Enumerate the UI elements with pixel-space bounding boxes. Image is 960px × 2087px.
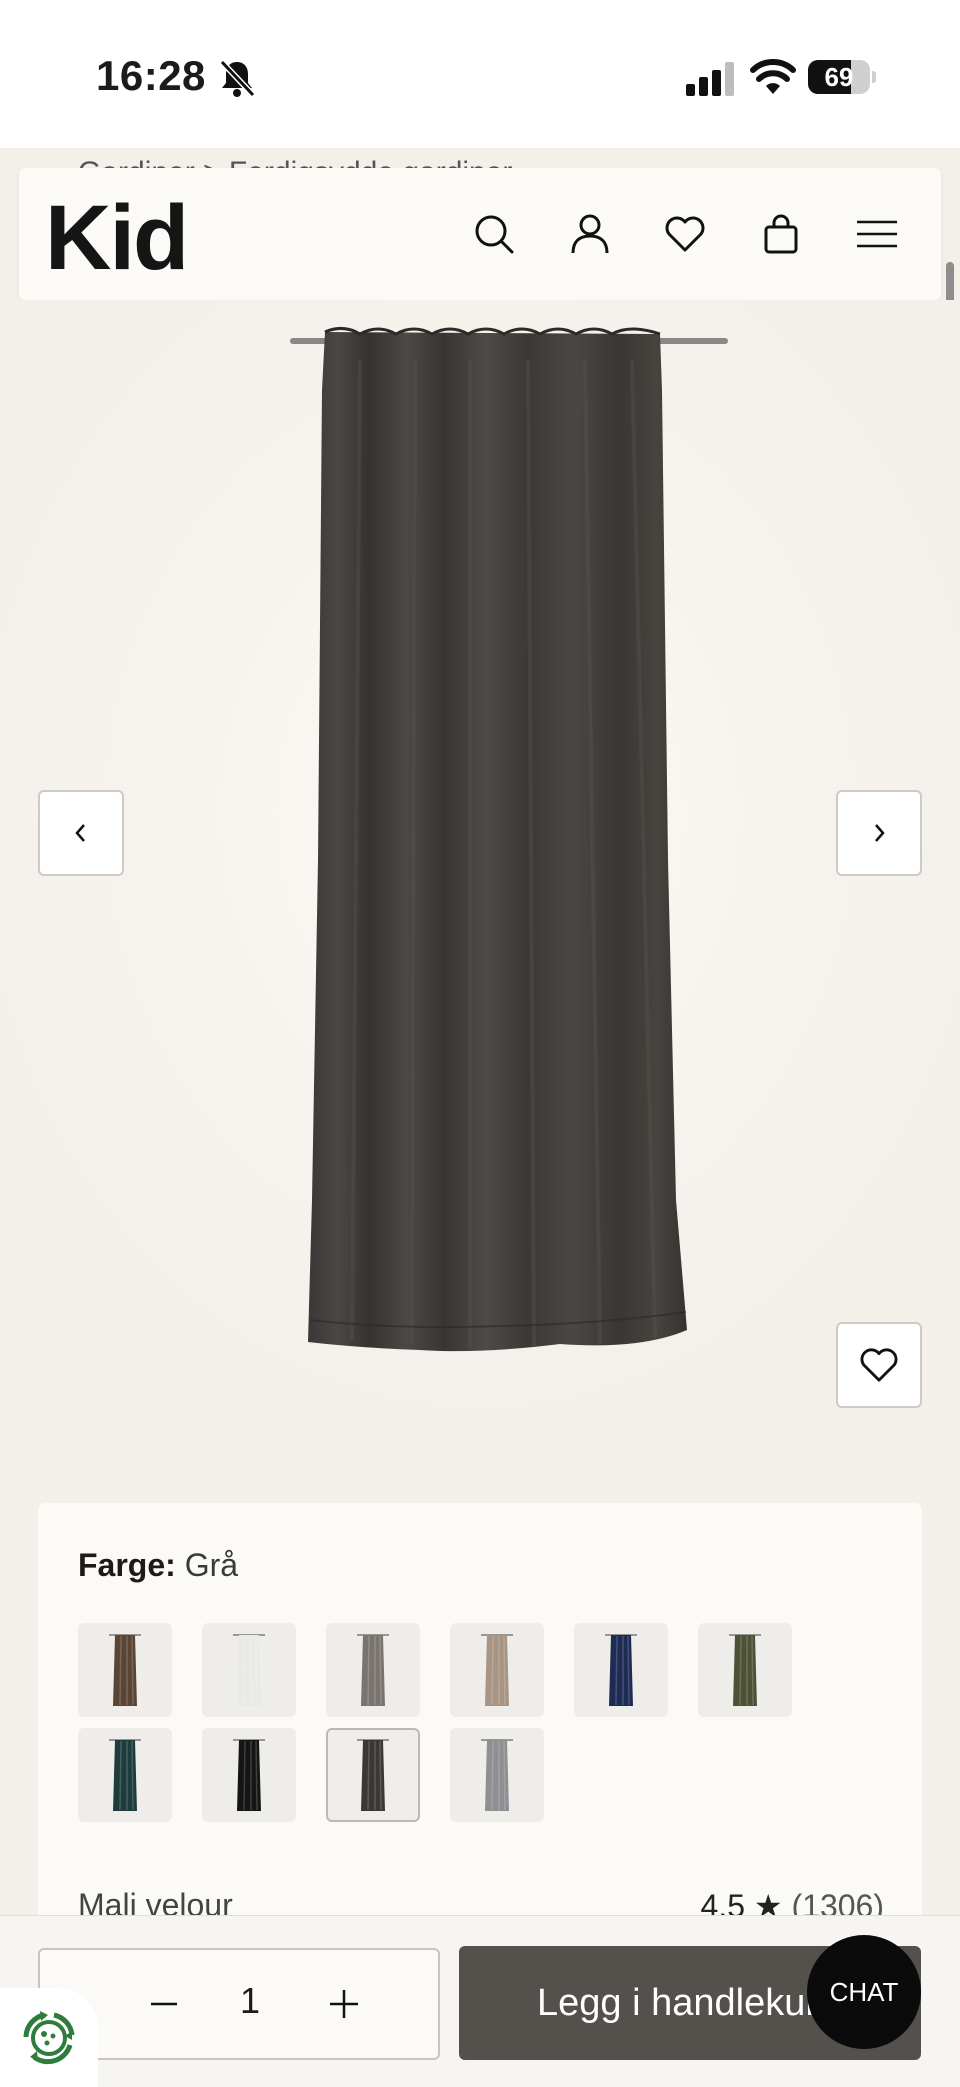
curtain-thumbnail	[481, 1739, 513, 1811]
color-swatch[interactable]	[78, 1728, 172, 1822]
curtain-thumbnail	[605, 1634, 637, 1706]
color-swatch[interactable]	[450, 1623, 544, 1717]
curtain-thumbnail	[109, 1634, 141, 1706]
battery-icon: 69	[808, 60, 876, 94]
color-swatch[interactable]	[574, 1623, 668, 1717]
status-bar: 16:28 69	[0, 0, 960, 148]
account-icon[interactable]	[564, 208, 616, 260]
color-selector-panel: Farge: Grå Mali velour 4.5 ★ (1306)	[38, 1503, 922, 1924]
eco-badge[interactable]	[0, 1988, 98, 2087]
color-swatch[interactable]	[698, 1623, 792, 1717]
signal-icon	[686, 62, 734, 96]
quantity-decrease-button[interactable]	[136, 1976, 192, 2032]
color-swatch[interactable]	[450, 1728, 544, 1822]
curtain-thumbnail	[233, 1634, 265, 1706]
product-image[interactable]	[0, 300, 960, 1440]
color-swatch[interactable]	[202, 1728, 296, 1822]
search-icon[interactable]	[468, 208, 520, 260]
curtain-thumbnail	[233, 1739, 265, 1811]
gallery-prev-button[interactable]	[38, 790, 124, 876]
logo[interactable]: Kid	[45, 186, 189, 291]
bell-off-icon	[219, 59, 256, 98]
curtain-thumbnail	[357, 1634, 389, 1706]
chat-button[interactable]: CHAT	[807, 1935, 921, 2049]
quantity-value[interactable]: 1	[230, 1980, 270, 2022]
bag-icon[interactable]	[755, 208, 807, 260]
site-header: Kid	[19, 168, 941, 300]
curtain-thumbnail	[109, 1739, 141, 1811]
color-swatch[interactable]	[202, 1623, 296, 1717]
wishlist-button[interactable]	[836, 1322, 922, 1408]
favorite-icon[interactable]	[659, 208, 711, 260]
quantity-stepper: 1	[38, 1948, 440, 2060]
chevron-right-icon	[875, 824, 885, 842]
quantity-increase-button[interactable]	[316, 1976, 372, 2032]
gallery-next-button[interactable]	[836, 790, 922, 876]
color-swatch[interactable]	[78, 1623, 172, 1717]
status-time: 16:28	[96, 52, 206, 99]
curtain-thumbnail	[729, 1634, 761, 1706]
curtain-image	[0, 300, 960, 1440]
color-swatch[interactable]	[326, 1623, 420, 1717]
curtain-thumbnail	[357, 1739, 389, 1811]
battery-level: 69	[824, 62, 854, 92]
menu-icon[interactable]	[851, 208, 903, 260]
chevron-left-icon	[75, 824, 85, 842]
wifi-icon	[750, 59, 796, 94]
heart-icon	[860, 1348, 898, 1382]
color-label: Farge: Grå	[78, 1547, 239, 1583]
color-swatch[interactable]	[326, 1728, 420, 1822]
selected-color: Grå	[184, 1547, 239, 1583]
recycle-leaf-icon	[23, 2010, 75, 2064]
curtain-thumbnail	[481, 1634, 513, 1706]
plus-icon	[330, 1990, 358, 2018]
minus-icon	[151, 2002, 177, 2006]
